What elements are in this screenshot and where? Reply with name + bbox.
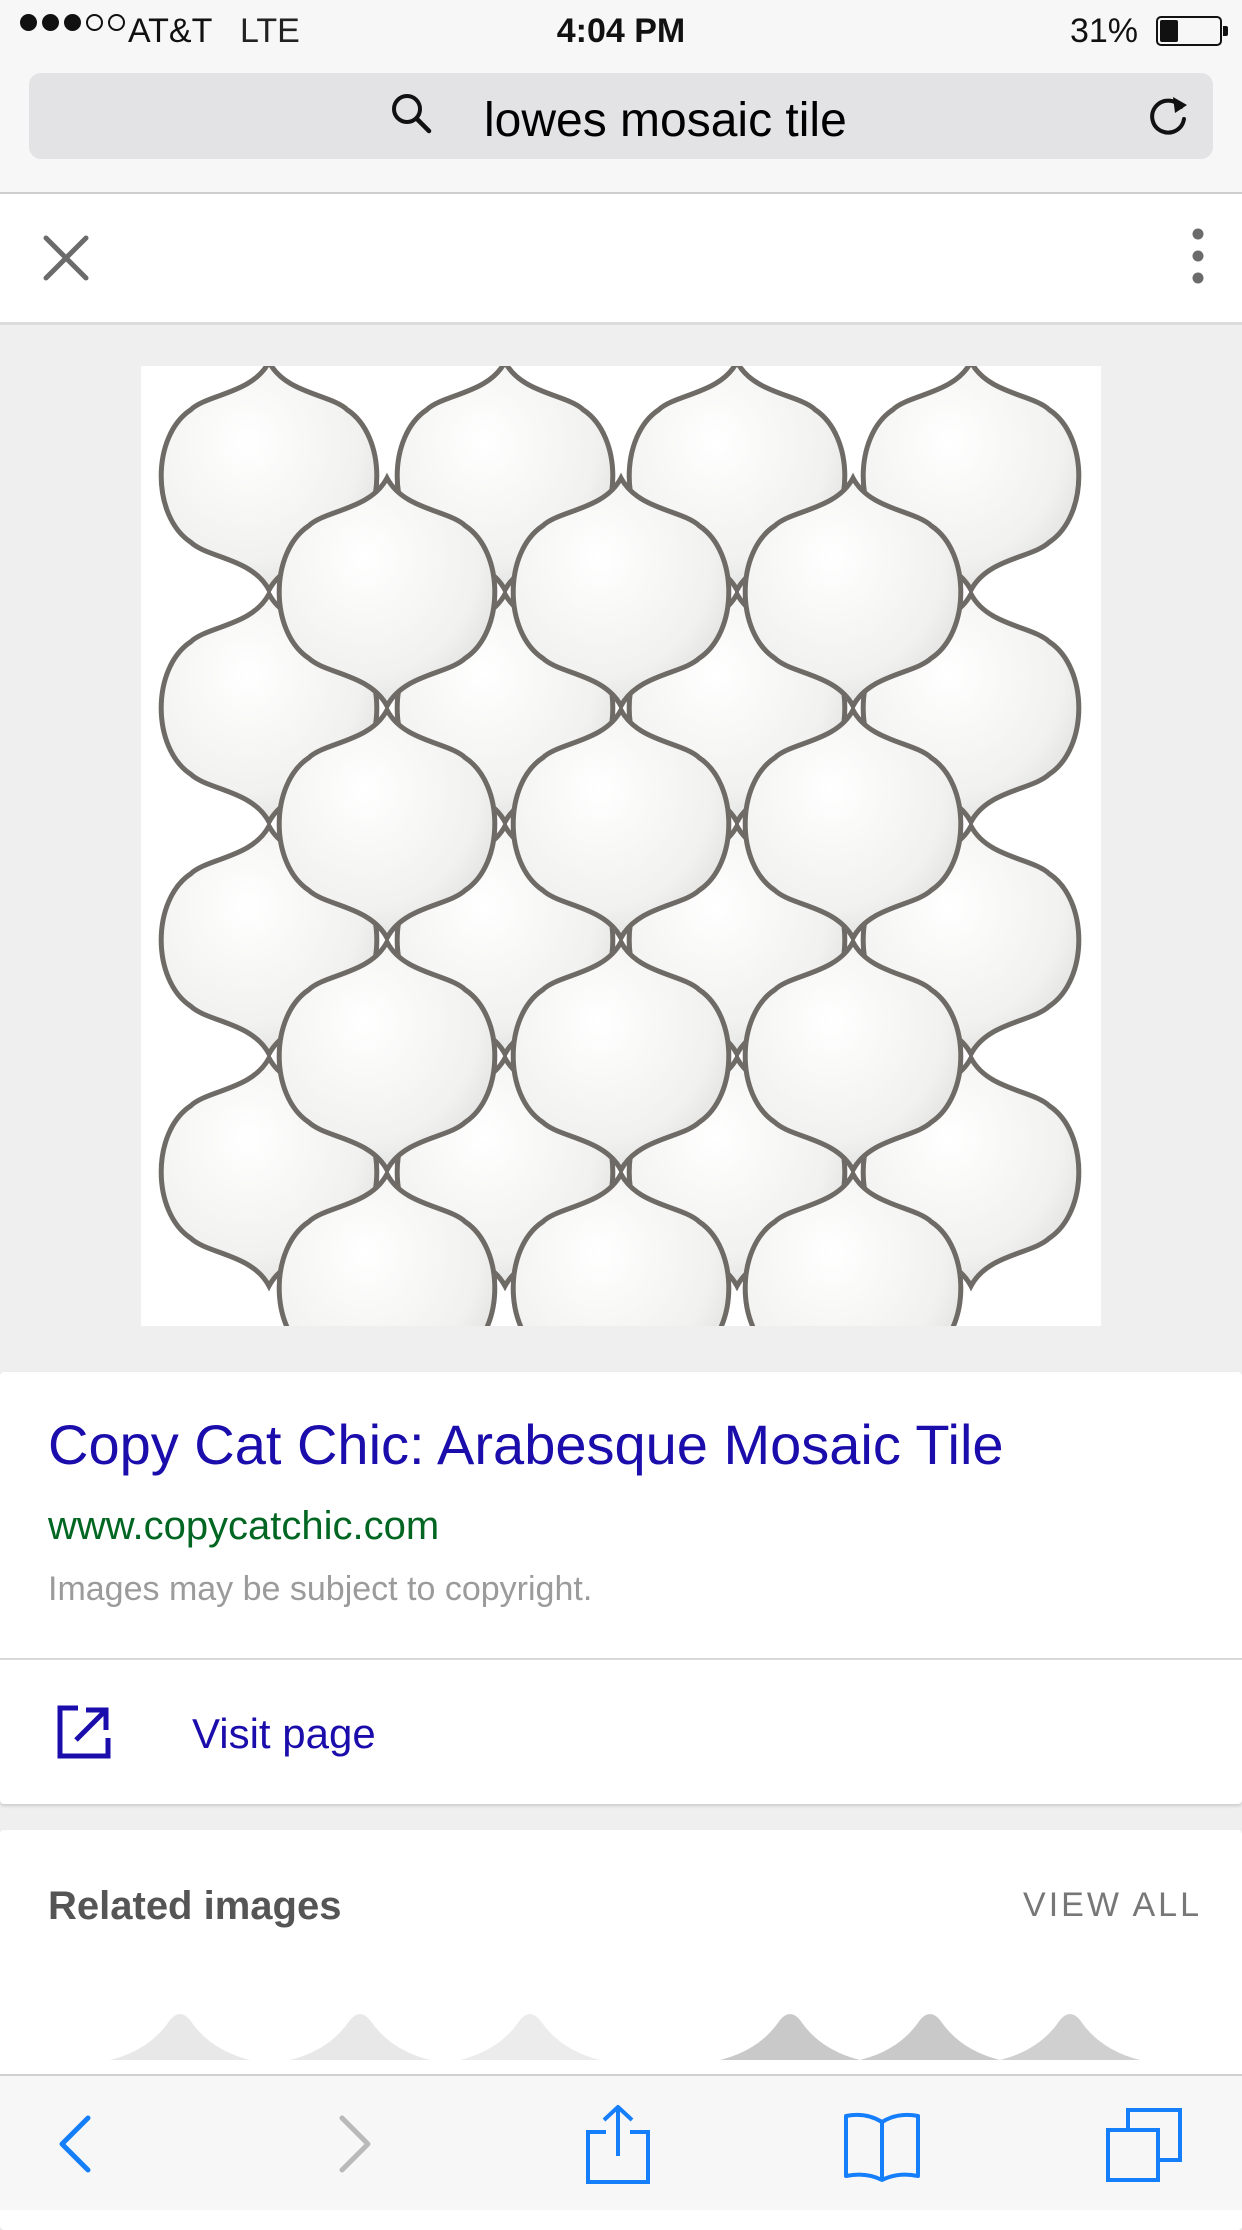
more-vert-icon[interactable] xyxy=(1178,224,1218,288)
result-url[interactable]: www.copycatchic.com xyxy=(48,1504,439,1549)
image-viewer-header xyxy=(0,194,1242,325)
related-thumbnail xyxy=(1000,2014,1140,2060)
search-query-text[interactable]: lowes mosaic tile xyxy=(484,93,847,148)
copyright-notice: Images may be subject to copyright. xyxy=(48,1570,593,1608)
related-thumbnail xyxy=(110,2014,250,2060)
address-bar[interactable]: lowes mosaic tile xyxy=(29,73,1213,159)
browser-toolbar xyxy=(0,2074,1242,2210)
related-thumbnail xyxy=(720,2014,860,2060)
mosaic-tile-image xyxy=(158,366,1082,1326)
result-title[interactable]: Copy Cat Chic: Arabesque Mosaic Tile xyxy=(48,1412,1004,1477)
close-icon[interactable] xyxy=(40,232,92,284)
battery-icon xyxy=(1156,16,1228,46)
share-icon[interactable] xyxy=(578,2104,658,2184)
related-thumbnail xyxy=(460,2014,600,2060)
related-thumbnail xyxy=(860,2014,1000,2060)
status-bar: AT&T LTE 4:04 PM 31% xyxy=(0,0,1242,62)
tabs-icon[interactable] xyxy=(1104,2104,1184,2184)
battery-percentage: 31% xyxy=(1069,12,1138,50)
browser-top-bar: AT&T LTE 4:04 PM 31% lowes mosaic tile xyxy=(0,0,1242,194)
search-icon xyxy=(392,94,432,134)
related-images-heading: Related images xyxy=(48,1884,342,1928)
result-info-card: Copy Cat Chic: Arabesque Mosaic Tile www… xyxy=(0,1372,1242,1804)
bookmarks-icon[interactable] xyxy=(842,2104,922,2184)
forward-icon[interactable] xyxy=(312,2104,392,2184)
external-link-icon xyxy=(57,1705,111,1759)
visit-page-label: Visit page xyxy=(192,1710,376,1757)
preview-image[interactable] xyxy=(141,366,1101,1326)
related-thumbnails[interactable] xyxy=(0,2000,1242,2060)
back-icon[interactable] xyxy=(38,2104,118,2184)
view-all-link[interactable]: VIEW ALL xyxy=(1023,1886,1202,1925)
reload-icon[interactable] xyxy=(1143,91,1193,141)
clock: 4:04 PM xyxy=(556,12,686,50)
visit-page-button[interactable]: Visit page xyxy=(0,1660,1242,1804)
related-thumbnail xyxy=(290,2014,430,2060)
